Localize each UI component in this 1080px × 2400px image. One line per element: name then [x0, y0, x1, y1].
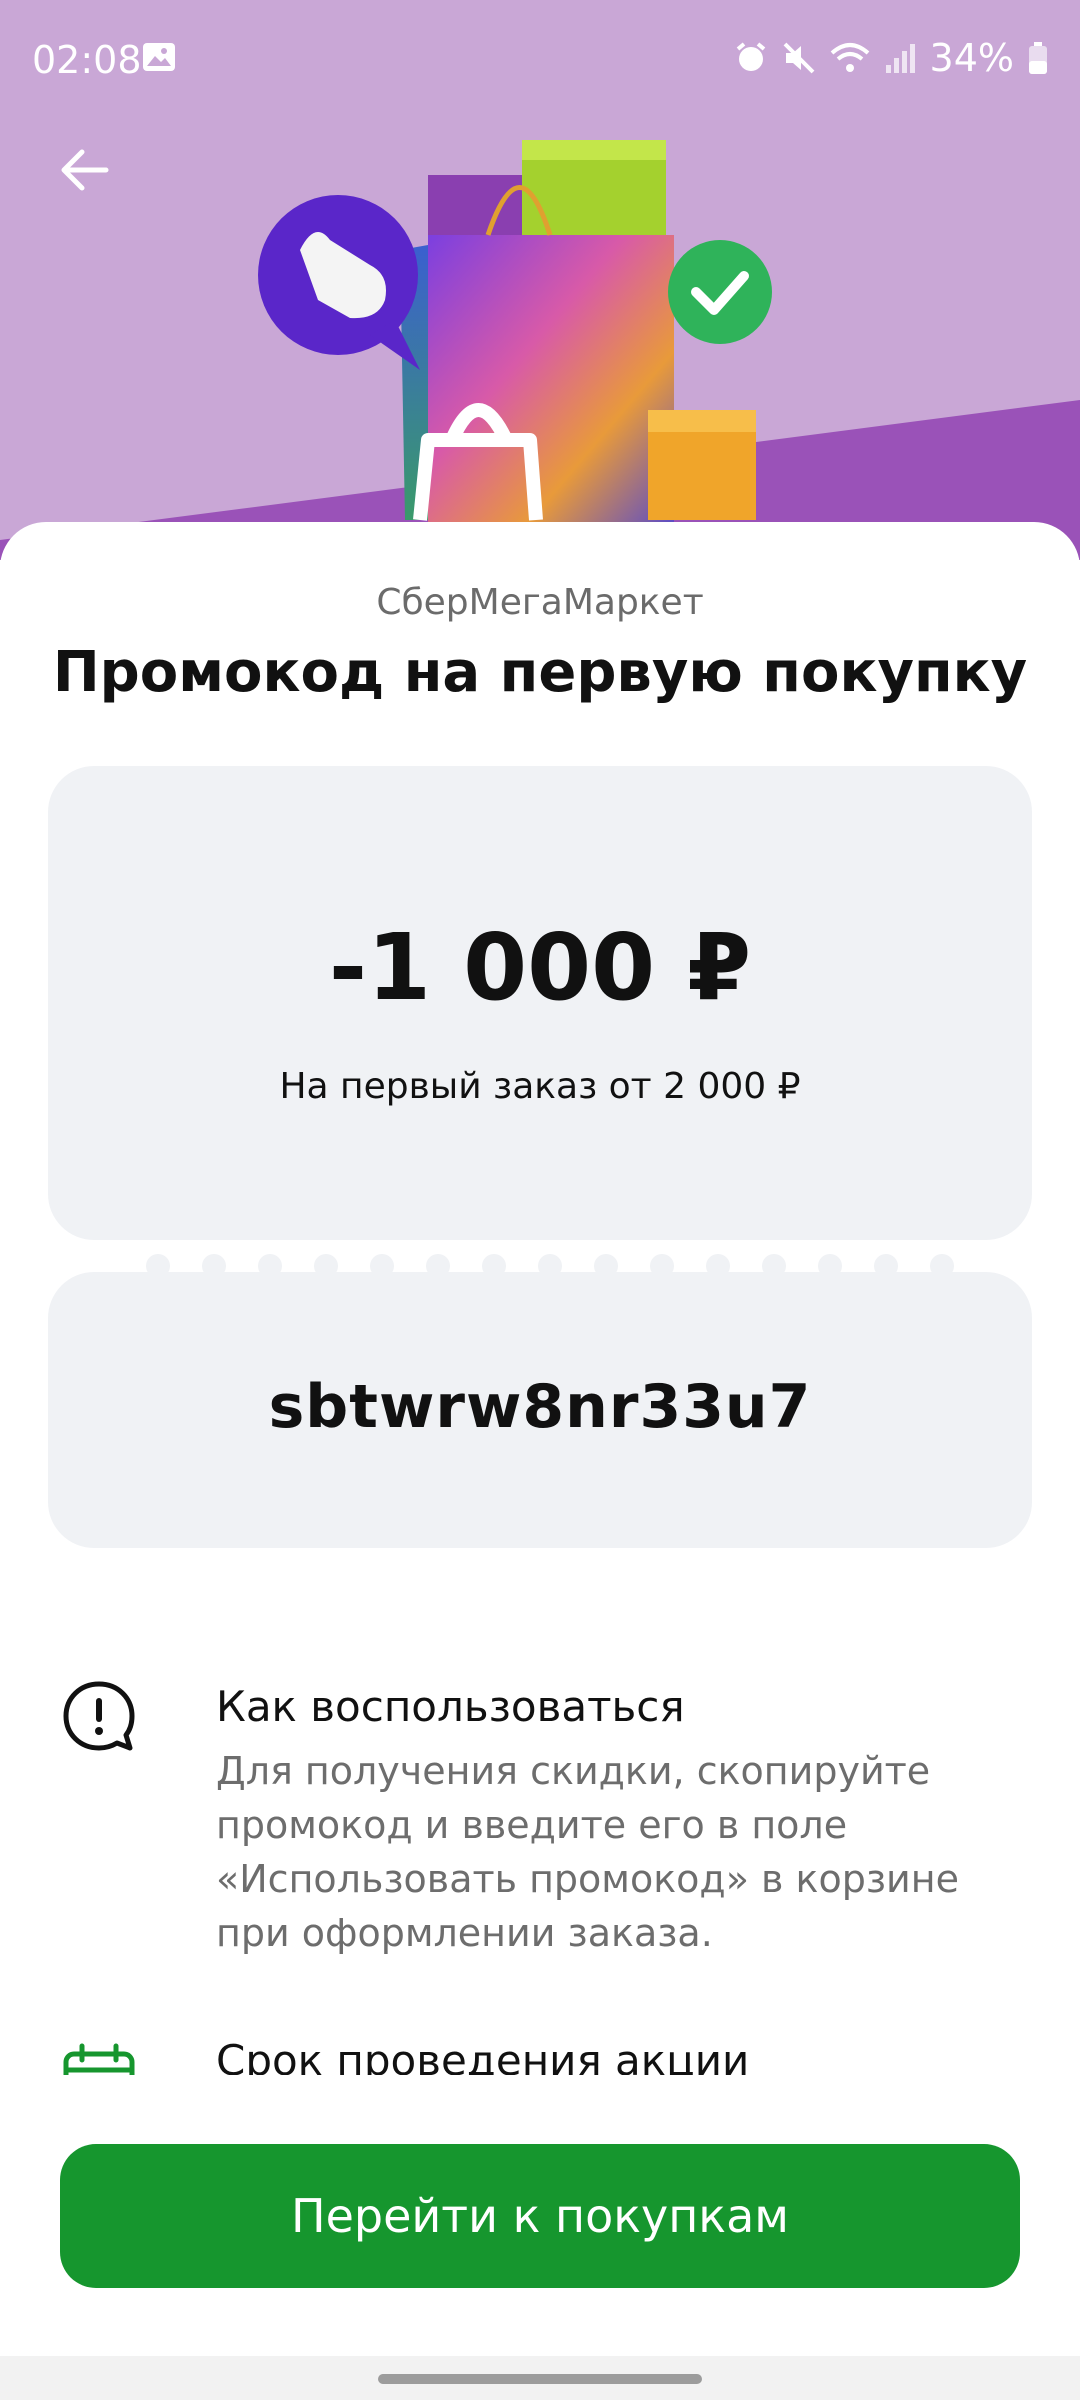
- status-time: 02:08: [32, 38, 142, 82]
- promo-code[interactable]: sbtwrw8nr33u7: [48, 1372, 1032, 1442]
- alarm-icon: [736, 42, 765, 71]
- back-button[interactable]: [46, 132, 122, 208]
- battery-icon: [1029, 42, 1047, 74]
- promo-hero: 02:08 34%: [0, 0, 1080, 560]
- status-bar: 02:08 34%: [0, 0, 1080, 120]
- signal-icon: [885, 44, 915, 73]
- discount-condition: На первый заказ от 2 000 ₽: [279, 1066, 801, 1107]
- info-title-how-to-use: Как воспользоваться: [216, 1682, 685, 1731]
- promo-code-card[interactable]: sbtwrw8nr33u7: [48, 1272, 1032, 1548]
- go-shopping-button[interactable]: Перейти к покупкам: [60, 2144, 1020, 2288]
- battery-level: 34%: [929, 36, 1014, 80]
- info-text-how-to-use: Для получения скидки, скопируйте промоко…: [216, 1749, 959, 1955]
- system-nav-bar: [0, 2356, 1080, 2400]
- brand-name: СберМегаМаркет: [376, 582, 704, 623]
- wifi-icon: [830, 43, 869, 72]
- page-title: Промокод на первую покупку: [52, 640, 1028, 705]
- gallery-icon: [143, 43, 175, 71]
- arrow-left-icon: [61, 149, 109, 191]
- status-icons: 34%: [734, 36, 1048, 80]
- discount-amount: -1 000 ₽: [328, 914, 752, 1021]
- promo-amount-card: -1 000 ₽ На первый заказ от 2 000 ₽: [48, 766, 1032, 1240]
- mute-icon: [783, 42, 814, 74]
- speech-bubble-exclamation-icon: [63, 1681, 135, 1751]
- home-handle[interactable]: [378, 2374, 702, 2384]
